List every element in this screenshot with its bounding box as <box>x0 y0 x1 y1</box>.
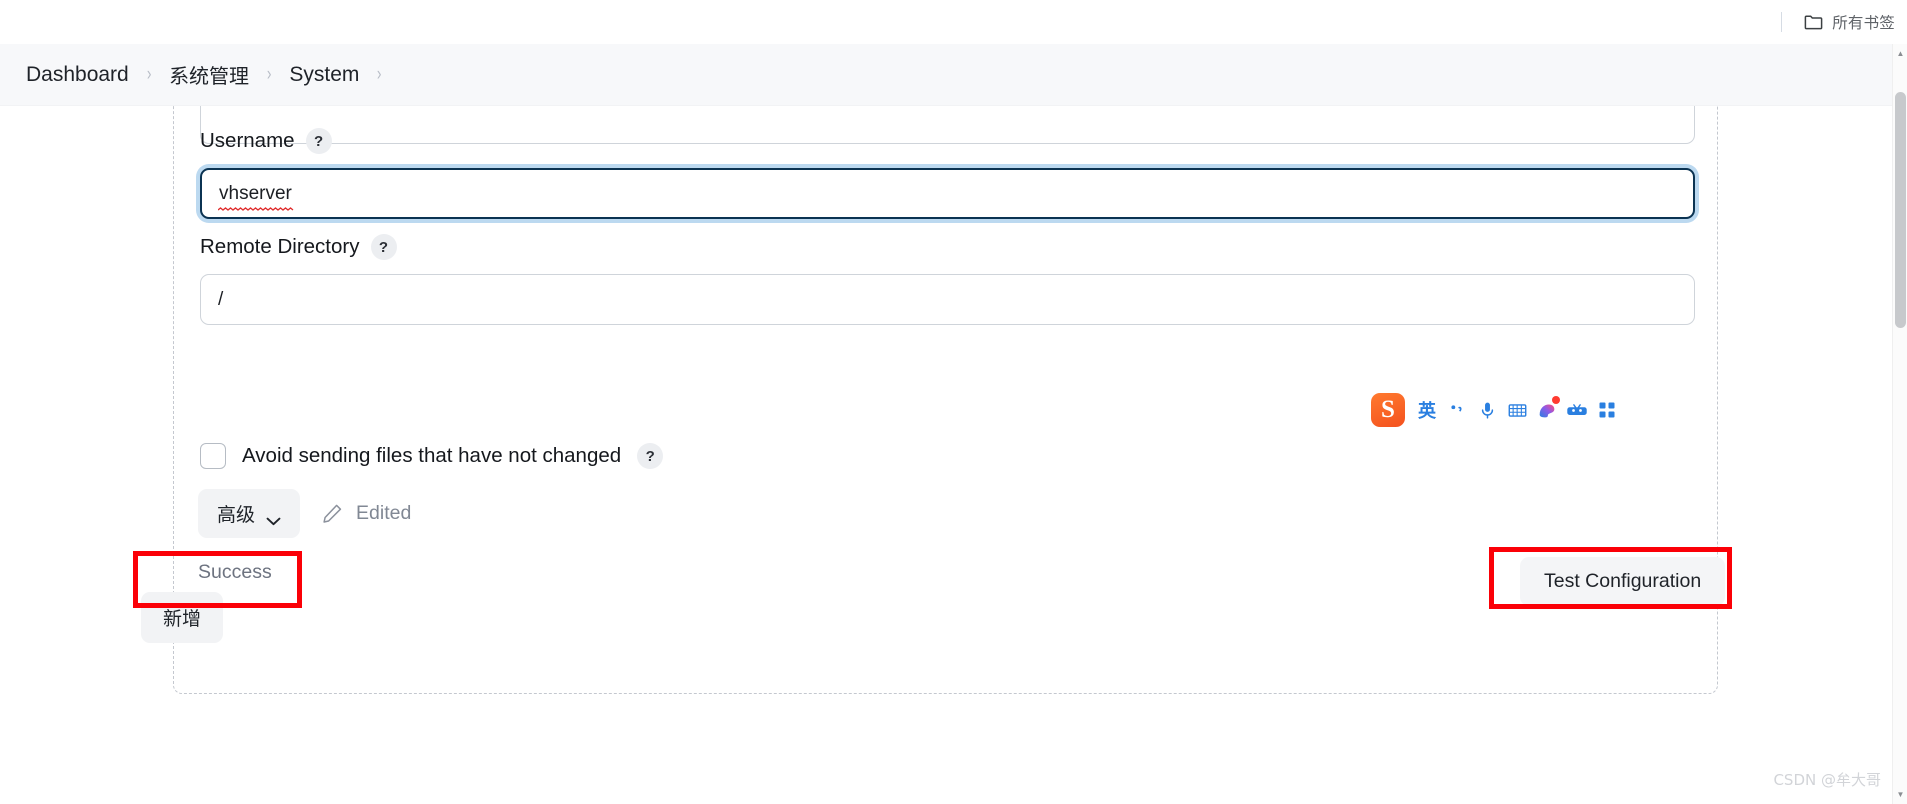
emoji-icon <box>1567 404 1587 415</box>
ime-language-mode-button[interactable]: 英 <box>1412 395 1442 425</box>
folder-icon <box>1804 14 1823 30</box>
username-field-block: Username ? <box>200 128 1695 219</box>
breadcrumb: Dashboard › 系统管理 › System › <box>26 60 400 89</box>
breadcrumb-separator-2: › <box>266 63 272 85</box>
status-badge: Success <box>198 561 272 583</box>
test-configuration-button[interactable]: Test Configuration <box>1520 557 1726 606</box>
breadcrumb-item-system[interactable]: System <box>289 63 359 87</box>
scrollbar-thumb[interactable] <box>1895 92 1906 328</box>
avoid-sending-help-icon[interactable]: ? <box>637 443 664 469</box>
all-bookmarks-button[interactable]: 所有书签 <box>1798 7 1901 37</box>
edited-label: Edited <box>356 502 412 524</box>
punctuation-icon <box>1451 405 1462 412</box>
bookmarks-bar: 所有书签 <box>0 0 1907 44</box>
test-configuration-block: Test Configuration <box>1520 557 1726 606</box>
breadcrumb-item-system-management[interactable]: 系统管理 <box>169 60 249 89</box>
chevron-down-icon <box>266 509 281 526</box>
csdn-watermark: CSDN @牟大哥 <box>1773 771 1881 789</box>
page-content: Username ? Remote Directory ? Avoid send… <box>0 106 1907 804</box>
username-input[interactable] <box>200 168 1695 219</box>
breadcrumb-header: Dashboard › 系统管理 › System › <box>0 44 1907 106</box>
status-block: Success <box>198 561 272 584</box>
scroll-down-arrow-icon[interactable]: ▼ <box>1893 787 1907 802</box>
username-label-row: Username ? <box>200 128 1695 154</box>
ime-emoji-button[interactable] <box>1562 395 1592 425</box>
remote-directory-input[interactable] <box>200 274 1695 325</box>
ime-skin-button[interactable] <box>1532 395 1562 425</box>
username-input-wrap <box>200 168 1695 219</box>
remote-directory-help-icon[interactable]: ? <box>370 234 397 260</box>
microphone-icon <box>1481 402 1493 419</box>
remote-directory-label-row: Remote Directory ? <box>200 234 1695 260</box>
breadcrumb-item-dashboard[interactable]: Dashboard <box>26 63 129 87</box>
edited-indicator[interactable]: Edited <box>322 502 411 525</box>
ime-voice-input-button[interactable] <box>1472 395 1502 425</box>
vertical-scrollbar[interactable]: ▲ ▼ <box>1892 44 1907 804</box>
scroll-up-arrow-icon[interactable]: ▲ <box>1893 46 1907 61</box>
advanced-row: 高级 Edited <box>198 489 411 538</box>
breadcrumb-separator-3: › <box>377 63 382 85</box>
ime-soft-keyboard-button[interactable] <box>1502 395 1532 425</box>
advanced-button-label: 高级 <box>217 504 256 526</box>
avoid-sending-label: Avoid sending files that have not change… <box>242 444 622 467</box>
grid-menu-icon <box>1599 402 1615 418</box>
bookmarks-divider <box>1781 12 1783 32</box>
ime-toolbox-button[interactable] <box>1592 395 1622 425</box>
remote-directory-field-block: Remote Directory ? <box>200 234 1695 325</box>
username-label: Username <box>200 129 295 152</box>
username-help-icon[interactable]: ? <box>305 128 332 154</box>
skin-notification-dot <box>1552 396 1560 404</box>
breadcrumb-separator-1: › <box>146 63 152 85</box>
ime-language-mode-label: 英 <box>1418 401 1436 422</box>
advanced-button[interactable]: 高级 <box>198 489 301 538</box>
remote-directory-label: Remote Directory <box>200 235 360 258</box>
all-bookmarks-label: 所有书签 <box>1832 15 1895 32</box>
add-button[interactable]: 新增 <box>141 592 224 643</box>
pencil-icon <box>322 503 343 524</box>
ime-toolbar[interactable]: S 英 <box>1371 391 1622 429</box>
sogou-logo-icon[interactable]: S <box>1371 393 1405 427</box>
avoid-sending-checkbox[interactable] <box>200 443 226 469</box>
browser-viewport: 所有书签 Dashboard › 系统管理 › System › Usernam… <box>0 0 1907 804</box>
avoid-sending-row: Avoid sending files that have not change… <box>200 443 664 469</box>
ime-punctuation-toggle[interactable] <box>1442 395 1472 425</box>
keyboard-icon <box>1508 403 1526 417</box>
